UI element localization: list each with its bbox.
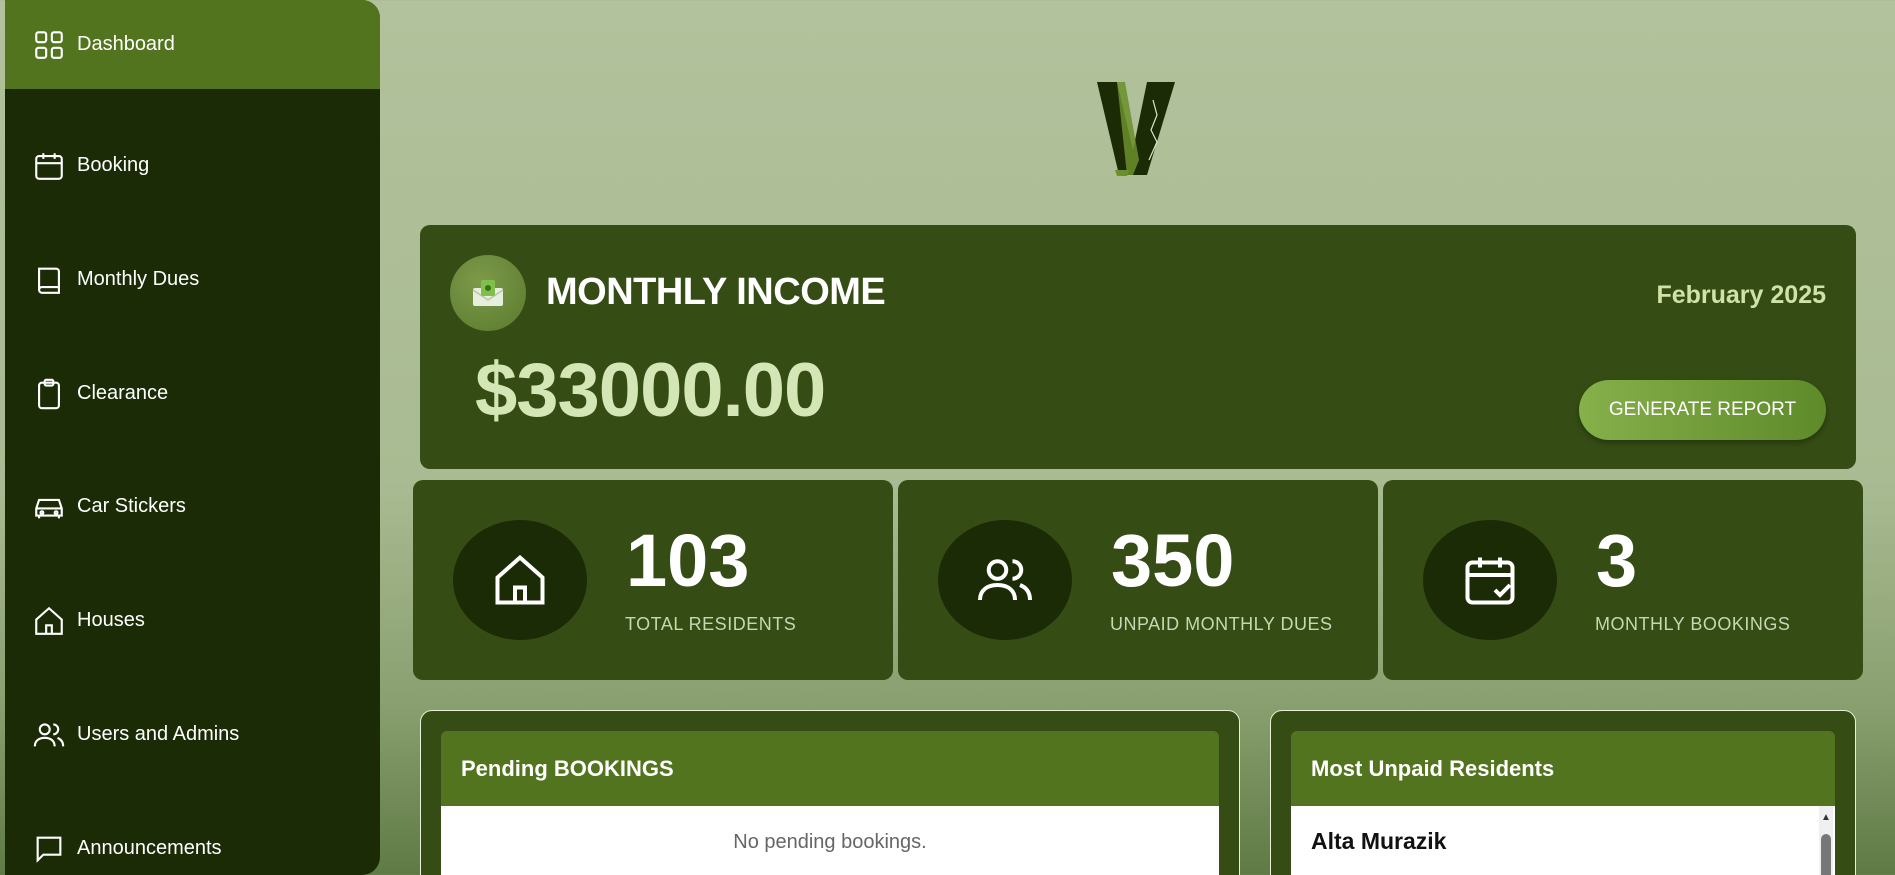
clipboard-icon	[38, 378, 60, 409]
calendar-check-icon	[1465, 557, 1515, 605]
panel-title: Most Unpaid Residents	[1291, 731, 1835, 806]
income-date: February 2025	[1656, 281, 1826, 309]
sidebar-item-label: Announcements	[77, 837, 222, 859]
stat-card-monthly-bookings: 3 MONTHLY BOOKINGS	[1383, 480, 1863, 680]
income-title: MONTHLY INCOME	[546, 271, 886, 313]
scrollbar[interactable]: ▲	[1819, 806, 1833, 875]
stat-value: 103	[626, 519, 750, 602]
sidebar-item-label: Dashboard	[77, 33, 175, 55]
message-icon	[36, 836, 62, 863]
sidebar-item-booking[interactable]: Booking	[5, 121, 380, 210]
sidebar-item-label: Booking	[77, 154, 150, 176]
book-icon	[38, 267, 60, 294]
scrollbar-thumb[interactable]	[1821, 834, 1831, 875]
generate-report-button[interactable]: GENERATE REPORT	[1579, 380, 1826, 440]
calendar-icon	[35, 152, 63, 180]
pending-bookings-panel: Pending BOOKINGS No pending bookings.	[420, 710, 1240, 875]
empty-state-message: No pending bookings.	[733, 831, 927, 853]
sidebar-item-monthly-dues[interactable]: Monthly Dues	[5, 235, 380, 324]
car-icon	[35, 498, 63, 518]
sidebar-item-users-and-admins[interactable]: Users and Admins	[5, 690, 380, 779]
monthly-income-card: MONTHLY INCOME February 2025 $33000.00 G…	[420, 225, 1856, 469]
dashboard-grid-icon	[35, 30, 63, 59]
house-icon	[35, 606, 63, 635]
sidebar-item-clearance[interactable]: Clearance	[5, 349, 380, 438]
stat-card-unpaid-monthly-dues: 350 UNPAID MONTHLY DUES	[898, 480, 1378, 680]
logo	[1097, 82, 1175, 176]
sidebar: Dashboard Booking Monthly Dues Clearance…	[5, 0, 380, 875]
sidebar-item-houses[interactable]: Houses	[5, 576, 380, 665]
house-icon	[495, 554, 545, 605]
stat-value: 350	[1111, 519, 1235, 602]
sidebar-item-dashboard[interactable]: Dashboard	[5, 0, 380, 89]
stat-caption: MONTHLY BOOKINGS	[1595, 614, 1791, 634]
stat-card-total-residents: 103 TOTAL RESIDENTS	[413, 480, 893, 680]
money-envelope-icon	[450, 255, 526, 331]
panel-title: Pending BOOKINGS	[441, 731, 1219, 806]
stat-value: 3	[1596, 519, 1638, 602]
sidebar-item-label: Monthly Dues	[77, 268, 200, 290]
scroll-up-icon[interactable]: ▲	[1821, 812, 1831, 823]
sidebar-item-label: Houses	[77, 609, 145, 631]
sidebar-item-car-stickers[interactable]: Car Stickers	[5, 462, 380, 551]
income-amount: $33000.00	[475, 348, 826, 433]
sidebar-item-label: Car Stickers	[77, 495, 186, 517]
sidebar-item-announcements[interactable]: Announcements	[5, 804, 380, 875]
sidebar-item-label: Clearance	[77, 382, 169, 404]
users-icon	[978, 559, 1032, 601]
stat-caption: TOTAL RESIDENTS	[625, 614, 797, 634]
users-icon	[33, 722, 65, 746]
resident-list: Alta Murazik ▲	[1291, 806, 1835, 875]
list-item[interactable]: Alta Murazik	[1291, 806, 1835, 855]
unpaid-residents-panel: Most Unpaid Residents Alta Murazik ▲	[1270, 710, 1856, 875]
stat-caption: UNPAID MONTHLY DUES	[1110, 614, 1333, 634]
sidebar-item-label: Users and Admins	[77, 723, 240, 745]
